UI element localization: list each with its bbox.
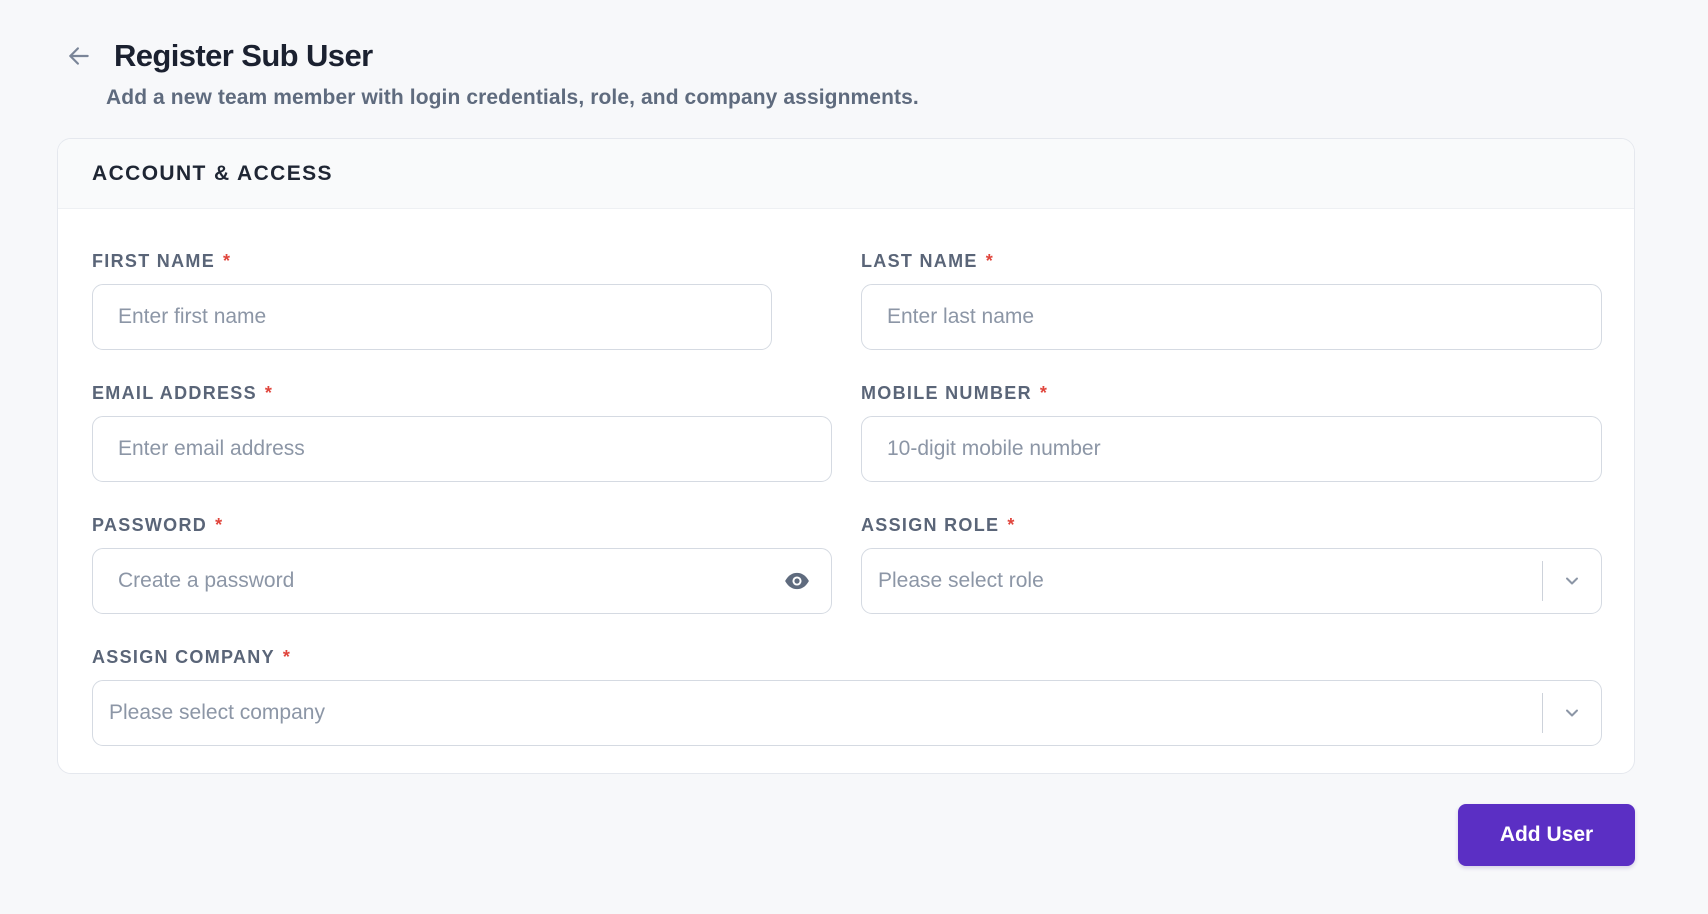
last-name-label: LAST NAME * — [861, 249, 1602, 273]
email-label-text: EMAIL ADDRESS — [92, 382, 257, 403]
required-marker: * — [1007, 514, 1016, 535]
last-name-label-text: LAST NAME — [861, 250, 978, 271]
company-select[interactable]: Please select company — [92, 680, 1602, 746]
mobile-input-box — [861, 416, 1602, 482]
company-label: ASSIGN COMPANY * — [92, 645, 1602, 669]
first-name-label-text: FIRST NAME — [92, 250, 215, 271]
role-select-value: Please select role — [878, 569, 1044, 592]
last-name-input[interactable] — [862, 285, 1601, 349]
eye-icon — [785, 572, 809, 590]
company-label-text: ASSIGN COMPANY — [92, 646, 275, 667]
account-access-card: ACCOUNT & ACCESS FIRST NAME * LAST NAME … — [57, 138, 1635, 774]
email-field: EMAIL ADDRESS * — [92, 381, 832, 482]
card-title: ACCOUNT & ACCESS — [92, 161, 333, 185]
password-label: PASSWORD * — [92, 513, 832, 537]
password-toggle-button[interactable] — [783, 567, 811, 595]
email-input[interactable] — [93, 417, 831, 481]
required-marker: * — [985, 250, 995, 271]
first-name-input[interactable] — [93, 285, 771, 349]
select-separator — [1542, 561, 1543, 601]
add-user-button[interactable]: Add User — [1458, 804, 1635, 866]
last-name-field: LAST NAME * — [861, 249, 1602, 350]
chevron-down-icon[interactable] — [1561, 570, 1583, 592]
required-marker: * — [215, 514, 224, 535]
required-marker: * — [282, 646, 292, 667]
required-marker: * — [264, 382, 274, 403]
last-name-input-box — [861, 284, 1602, 350]
required-marker: * — [1039, 382, 1049, 403]
chevron-down-icon[interactable] — [1561, 702, 1583, 724]
first-name-label: FIRST NAME * — [92, 249, 772, 273]
password-input[interactable] — [93, 549, 831, 613]
password-input-box — [92, 548, 832, 614]
page-subtitle: Add a new team member with login credent… — [106, 86, 919, 109]
page-title: Register Sub User — [114, 38, 373, 73]
role-label: ASSIGN ROLE * — [861, 513, 1602, 537]
select-separator — [1542, 693, 1543, 733]
back-button[interactable] — [64, 41, 94, 71]
mobile-label: MOBILE NUMBER * — [861, 381, 1602, 405]
password-field: PASSWORD * — [92, 513, 832, 614]
email-label: EMAIL ADDRESS * — [92, 381, 832, 405]
company-select-value: Please select company — [109, 701, 325, 724]
mobile-label-text: MOBILE NUMBER — [861, 382, 1032, 403]
role-label-text: ASSIGN ROLE — [861, 514, 1000, 535]
password-label-text: PASSWORD — [92, 514, 208, 535]
email-input-box — [92, 416, 832, 482]
role-field: ASSIGN ROLE * Please select role — [861, 513, 1602, 614]
company-field: ASSIGN COMPANY * Please select company — [92, 645, 1602, 746]
first-name-input-box — [92, 284, 772, 350]
register-sub-user-page: Register Sub User Add a new team member … — [0, 0, 1708, 914]
mobile-input[interactable] — [862, 417, 1601, 481]
page-header: Register Sub User Add a new team member … — [64, 38, 919, 110]
title-row: Register Sub User — [64, 38, 919, 74]
mobile-field: MOBILE NUMBER * — [861, 381, 1602, 482]
required-marker: * — [223, 250, 232, 271]
arrow-left-icon — [69, 47, 89, 65]
role-select[interactable]: Please select role — [861, 548, 1602, 614]
card-header: ACCOUNT & ACCESS — [58, 139, 1634, 209]
first-name-field: FIRST NAME * — [92, 249, 772, 350]
